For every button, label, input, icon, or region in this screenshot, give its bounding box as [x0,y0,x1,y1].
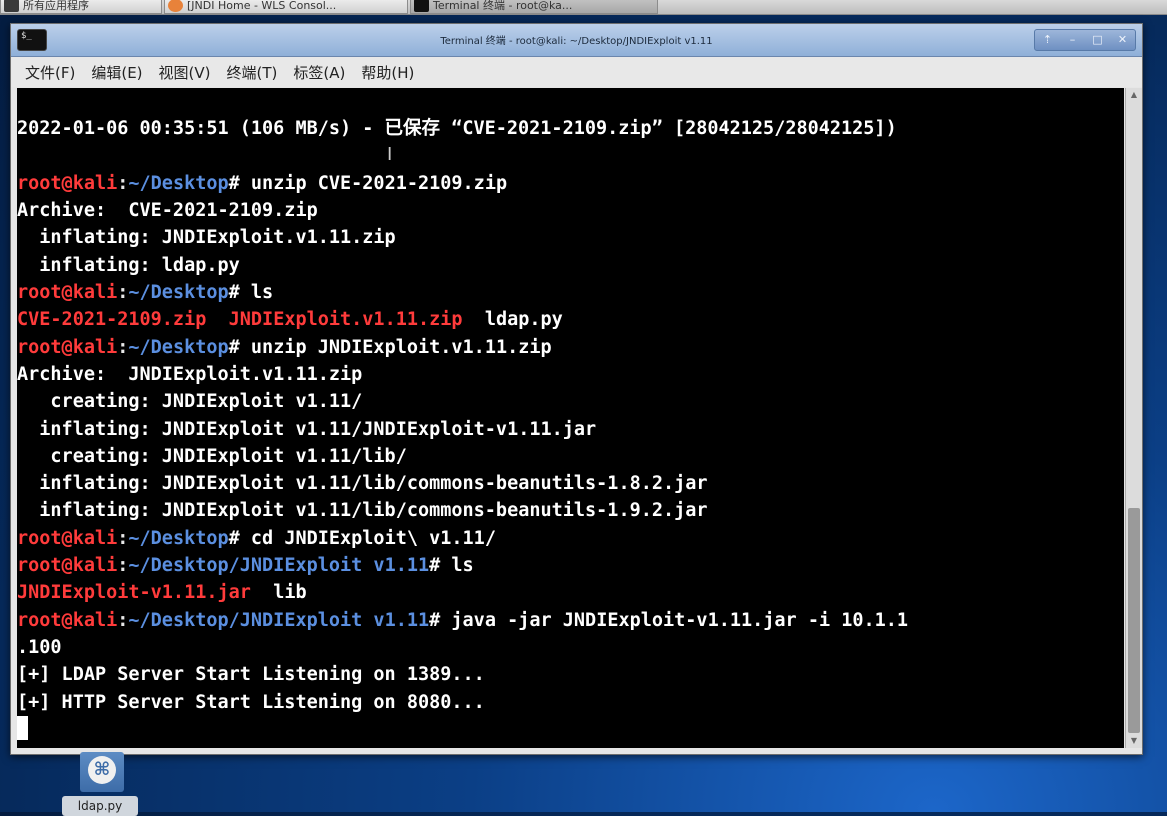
terminal-line: inflating: JNDIExploit v1.11/JNDIExploit… [17,418,597,440]
terminal-line: root@kali:~/Desktop/JNDIExploit v1.11# l… [17,552,1124,579]
terminal-line: 2022-01-06 00:35:51 (106 MB/s) - 已保存 “CV… [17,118,897,140]
terminal-line: CVE-2021-2109.zip JNDIExploit.v1.11.zip … [17,306,1124,333]
desktop-icon-label: ldap.py [62,796,138,816]
taskbar-item-browser[interactable]: [JNDI Home - WLS Consol... [164,0,408,14]
taskbar-item-terminal[interactable]: Terminal 终端 - root@ka... [410,0,658,14]
scrollbar-thumb[interactable] [1128,508,1140,733]
terminal-line: [+] LDAP Server Start Listening on 1389.… [17,664,485,686]
prompt-path: ~/Desktop [128,282,229,304]
terminal-line: inflating: JNDIExploit.v1.11.zip [17,227,396,249]
terminal-output[interactable]: 2022-01-06 00:35:51 (106 MB/s) - 已保存 “CV… [17,88,1124,748]
prompt-separator: : [117,336,129,358]
menu-tabs[interactable]: 标签(A) [293,62,345,83]
ls-entry: CVE-2021-2109.zip [17,309,207,331]
terminal-line: root@kali:~/Desktop# ls [17,279,1124,306]
terminal-icon [414,0,429,12]
prompt-separator: : [117,172,129,194]
ls-entry: JNDIExploit-v1.11.jar [17,582,251,604]
prompt-user: root@kali [17,609,118,631]
scroll-down-icon[interactable]: ▼ [1126,734,1142,748]
terminal-scrollbar[interactable]: ▲ ▼ [1125,88,1142,748]
prompt-path: ~/Desktop [128,527,229,549]
menu-help[interactable]: 帮助(H) [361,62,414,83]
taskbar-item-label: Terminal 终端 - root@ka... [433,0,573,12]
terminal-line [17,715,1124,743]
terminal-line: [+] HTTP Server Start Listening on 8080.… [17,691,485,713]
ls-entry: JNDIExploit.v1.11.zip [228,309,463,331]
menu-view[interactable]: 视图(V) [159,62,211,83]
terminal-line: inflating: JNDIExploit v1.11/lib/commons… [17,473,708,495]
command-text: # unzip JNDIExploit.v1.11.zip [228,336,552,358]
prompt-user: root@kali [17,172,118,194]
window-titlebar[interactable]: $_ Terminal 终端 - root@kali: ~/Desktop/JN… [11,24,1142,57]
desktop-icon-ldap-py[interactable]: ⌘ [80,752,124,792]
prompt-user: root@kali [17,527,118,549]
kali-menu-icon [4,0,19,12]
command-text: # ls [429,555,474,577]
taskbar-item-label: [JNDI Home - WLS Consol... [187,0,337,12]
command-text: # cd JNDIExploit\ v1.11/ [228,527,496,549]
taskbar: 所有应用程序 [JNDI Home - WLS Consol... Termin… [0,0,1167,15]
prompt-separator: : [117,555,129,577]
taskbar-item-applications[interactable]: 所有应用程序 [0,0,162,14]
terminal-line: root@kali:~/Desktop# unzip CVE-2021-2109… [17,170,1124,197]
terminal-line: root@kali:~/Desktop/JNDIExploit v1.11# j… [17,607,1124,634]
command-text: # unzip CVE-2021-2109.zip [228,172,508,194]
text-cursor-icon: I [387,144,393,165]
terminal-line: .100 [17,636,62,658]
prompt-path: ~/Desktop [128,336,229,358]
terminal-line: JNDIExploit-v1.11.jar lib [17,579,1124,606]
terminal-line: root@kali:~/Desktop# cd JNDIExploit\ v1.… [17,525,1124,552]
terminal-line: Archive: JNDIExploit.v1.11.zip [17,363,363,385]
menubar: 文件(F) 编辑(E) 视图(V) 终端(T) 标签(A) 帮助(H) [11,57,1142,87]
python-icon: ⌘ [88,756,116,784]
browser-icon [168,0,183,12]
terminal-line: root@kali:~/Desktop# unzip JNDIExploit.v… [17,334,1124,361]
maximize-button[interactable]: □ [1087,30,1109,50]
command-text: # java -jar JNDIExploit-v1.11.jar -i 10.… [429,609,909,631]
terminal-window: $_ Terminal 终端 - root@kali: ~/Desktop/JN… [10,23,1143,755]
window-controls: ⇡ – □ ✕ [1034,29,1136,51]
terminal-line: Archive: CVE-2021-2109.zip [17,200,318,222]
terminal-line: inflating: ldap.py [17,254,240,276]
prompt-user: root@kali [17,336,118,358]
prompt-path: ~/Desktop/JNDIExploit v1.11 [128,609,430,631]
terminal-line: creating: JNDIExploit v1.11/ [17,391,363,413]
menu-file[interactable]: 文件(F) [25,62,75,83]
prompt-user: root@kali [17,555,118,577]
ls-entry: lib [273,582,307,604]
scroll-up-icon[interactable]: ▲ [1126,88,1142,102]
prompt-separator: : [117,527,129,549]
prompt-user: root@kali [17,282,118,304]
menu-terminal[interactable]: 终端(T) [227,62,278,83]
terminal-line: creating: JNDIExploit v1.11/lib/ [17,445,407,467]
keep-above-button[interactable]: ⇡ [1037,30,1059,50]
taskbar-item-label: 所有应用程序 [23,0,89,12]
ls-entry: ldap.py [484,309,563,331]
prompt-separator: : [117,609,129,631]
window-title: Terminal 终端 - root@kali: ~/Desktop/JNDIE… [440,36,713,47]
prompt-path: ~/Desktop [128,172,229,194]
command-text: # ls [228,282,274,304]
minimize-button[interactable]: – [1062,30,1084,50]
prompt-path: ~/Desktop/JNDIExploit v1.11 [128,555,430,577]
close-button[interactable]: ✕ [1112,30,1134,50]
prompt-separator: : [117,282,129,304]
menu-edit[interactable]: 编辑(E) [91,62,142,83]
terminal-cursor [17,715,28,740]
terminal-line: inflating: JNDIExploit v1.11/lib/commons… [17,500,708,522]
